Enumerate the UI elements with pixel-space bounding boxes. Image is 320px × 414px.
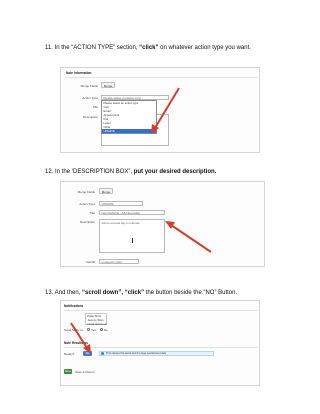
notify-list[interactable]: Katie Sims Jeremy Sims Nona Jamieson — [85, 313, 107, 326]
divider — [65, 77, 257, 78]
title-input[interactable]: New Referral - Add Everyday — [99, 210, 165, 215]
info-text: This causes the users and if a logo need… — [106, 352, 167, 355]
ready-toggle-button[interactable]: No — [83, 351, 92, 356]
description-textarea[interactable]: Add a received day to referrals — [99, 219, 165, 253]
description-label: Description — [79, 220, 95, 224]
yes-label: Yes — [91, 327, 96, 332]
no-label: No — [103, 327, 108, 332]
merge-fields-label: Merge Fields — [77, 190, 95, 194]
yes-radio[interactable] — [87, 328, 90, 332]
action-type-label: Action Type — [82, 96, 98, 100]
action-type-select[interactable]: UPDATE — [99, 201, 143, 206]
no-radio[interactable] — [99, 328, 103, 332]
save-return-link[interactable]: Save & Return — [75, 370, 95, 374]
merge-button[interactable]: Merge — [99, 188, 113, 194]
merge-button[interactable]: Merge — [101, 82, 115, 88]
info-message: This causes the users and if a logo need… — [99, 351, 214, 356]
action-type-dropdown[interactable]: Please select an action type Call Email … — [101, 100, 157, 134]
step-12-instruction: 12. In the ‘DESCRIPTION BOX”, put your d… — [45, 169, 217, 175]
step-13-instruction: 13. And then, “scroll down”, “click” the… — [45, 290, 238, 296]
screenshot-action-type: Note Information Merge Fields Merge Acti… — [60, 67, 260, 153]
divider — [64, 310, 258, 311]
step-11-instruction: 11. In the “ACTION TYPE” section, “click… — [45, 45, 251, 51]
ready-label: Ready? — [64, 352, 75, 356]
notify-radio-group: Yes No — [87, 328, 108, 332]
divider — [64, 347, 258, 348]
section-title: Note Information — [66, 71, 92, 75]
send-notify-label: Send Notify to — [64, 328, 83, 332]
screenshot-description: Merge Fields Merge Action Type UPDATE Ti… — [60, 181, 265, 267]
save-button[interactable]: Save — [64, 369, 72, 374]
title-label: Title — [92, 105, 98, 109]
title-label: Title — [89, 211, 95, 215]
notifications-title: Notifications — [64, 304, 84, 308]
screenshot-note-readiness: Notifications Katie Sims Jeremy Sims Non… — [60, 300, 260, 386]
merge-fields-label: Merge Fields — [80, 84, 98, 88]
description-text: Add a received day to referrals — [101, 221, 140, 225]
note-readiness-title: Note Readiness — [64, 341, 88, 345]
user-id-label: UserID — [85, 260, 95, 264]
info-icon — [101, 352, 104, 355]
action-type-option-selected[interactable]: UPDATE — [102, 129, 156, 133]
user-id-select[interactable]: Logged In User — [99, 259, 139, 264]
text-cursor — [132, 238, 133, 243]
action-type-label: Action Type — [79, 202, 95, 206]
notify-list-item[interactable]: Nona Jamieson — [86, 322, 107, 326]
description-label: Description — [82, 115, 98, 119]
